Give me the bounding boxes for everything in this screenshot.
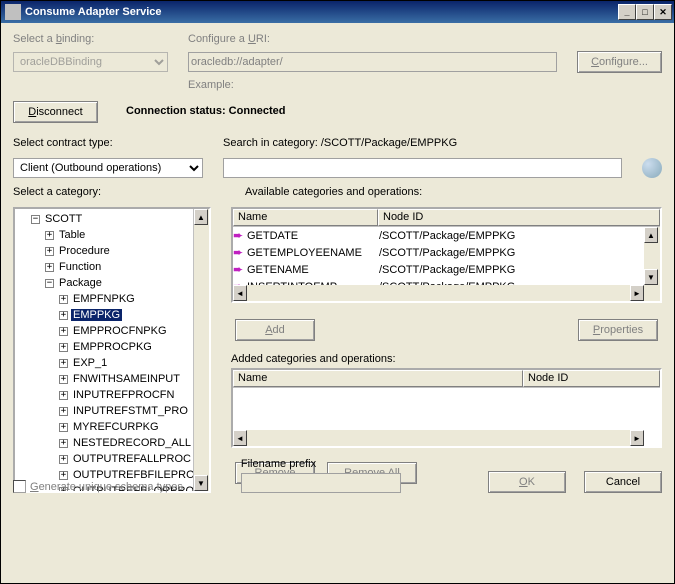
avail-scroll-left[interactable]: ◄ [233, 285, 247, 301]
list-item[interactable]: ➨GETEMPLOYEENAME/SCOTT/Package/EMPPKG [233, 244, 644, 261]
tree-node[interactable]: +EMPPROCPKG [17, 339, 207, 355]
tree-node[interactable]: +EMPFNPKG [17, 291, 207, 307]
available-ops-label: Available categories and operations: [245, 186, 662, 198]
avail-scroll-right[interactable]: ► [630, 285, 644, 301]
add-button[interactable]: Add [235, 319, 315, 341]
added-scroll-right[interactable]: ► [630, 430, 644, 446]
tree-node[interactable]: −Package [17, 275, 207, 291]
category-tree[interactable]: −SCOTT+Table+Procedure+Function−Package+… [13, 207, 211, 493]
cancel-button[interactable]: Cancel [584, 471, 662, 493]
tree-node[interactable]: +EMPPKG [17, 307, 207, 323]
avail-col-nodeid[interactable]: Node ID [378, 209, 660, 226]
tree-scroll-up[interactable]: ▲ [194, 209, 208, 225]
properties-button[interactable]: Properties [578, 319, 658, 341]
configure-uri-label: Configure a URI: [188, 33, 557, 45]
binding-select: oracleDBBinding [13, 52, 168, 72]
available-list[interactable]: Name Node ID ➨GETDATE/SCOTT/Package/EMPP… [231, 207, 662, 303]
tree-node[interactable]: +MYREFCURPKG [17, 419, 207, 435]
dialog-window: Consume Adapter Service _ □ ✕ Select a b… [0, 0, 675, 584]
avail-scroll-up[interactable]: ▲ [644, 227, 658, 243]
tree-node[interactable]: +FNWITHSAMEINPUT [17, 371, 207, 387]
tree-node[interactable]: +INPUTREFPROCFN [17, 387, 207, 403]
app-icon [5, 4, 21, 20]
tree-node[interactable]: +EXP_1 [17, 355, 207, 371]
window-title: Consume Adapter Service [25, 6, 618, 18]
contract-type-select[interactable]: Client (Outbound operations) [13, 158, 203, 178]
search-input[interactable] [223, 158, 622, 178]
avail-col-name[interactable]: Name [233, 209, 378, 226]
list-item[interactable]: ➨INSERTINTOEMP/SCOTT/Package/EMPPKG [233, 278, 644, 285]
list-item[interactable]: ➨GETENAME/SCOTT/Package/EMPPKG [233, 261, 644, 278]
contract-type-label: Select contract type: [13, 137, 203, 149]
example-label: Example: [188, 79, 234, 91]
list-item[interactable]: ➨GETDATE/SCOTT/Package/EMPPKG [233, 227, 644, 244]
tree-node[interactable]: +NESTEDRECORD_ALL [17, 435, 207, 451]
configure-button[interactable]: Configure... [577, 51, 662, 73]
tree-node[interactable]: +EMPPROCFNPKG [17, 323, 207, 339]
added-col-nodeid[interactable]: Node ID [523, 370, 660, 387]
minimize-button[interactable]: _ [618, 4, 636, 20]
filename-prefix-input [241, 473, 401, 493]
tree-node[interactable]: +Procedure [17, 243, 207, 259]
uri-input [188, 52, 557, 72]
ok-button[interactable]: OK [488, 471, 566, 493]
gen-unique-checkbox[interactable]: Generate unique schema types [13, 480, 183, 493]
close-button[interactable]: ✕ [654, 4, 672, 20]
added-list[interactable]: Name Node ID ◄ ► [231, 368, 662, 448]
added-col-name[interactable]: Name [233, 370, 523, 387]
connection-status: Connection status: Connected [126, 105, 286, 117]
search-label: Search in category: /SCOTT/Package/EMPPK… [223, 137, 662, 149]
search-go-icon[interactable] [642, 158, 662, 178]
added-ops-label: Added categories and operations: [231, 353, 662, 365]
titlebar: Consume Adapter Service _ □ ✕ [1, 1, 674, 23]
tree-node[interactable]: +Table [17, 227, 207, 243]
disconnect-button[interactable]: Disconnect [13, 101, 98, 123]
maximize-button[interactable]: □ [636, 4, 654, 20]
tree-node[interactable]: −SCOTT [17, 211, 207, 227]
added-scroll-left[interactable]: ◄ [233, 430, 247, 446]
avail-scroll-down[interactable]: ▼ [644, 269, 658, 285]
tree-node[interactable]: +INPUTREFSTMT_PRO [17, 403, 207, 419]
filename-prefix-label: Filename prefix [241, 458, 470, 470]
select-category-label: Select a category: [13, 186, 225, 198]
select-binding-label: Select a binding: [13, 33, 168, 45]
tree-node[interactable]: +Function [17, 259, 207, 275]
